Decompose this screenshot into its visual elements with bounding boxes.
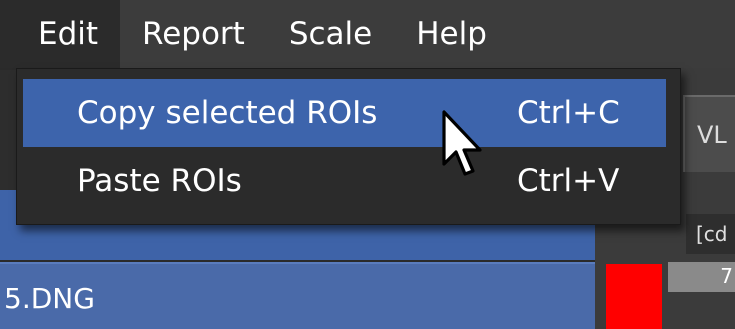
menu-item-shortcut: Ctrl+C [517, 95, 620, 131]
color-swatch[interactable] [606, 264, 662, 329]
menu-item-paste-rois[interactable]: Paste ROIs Ctrl+V [23, 147, 666, 215]
mouse-pointer-icon [442, 110, 482, 176]
menu-item-copy-selected-rois[interactable]: Copy selected ROIs Ctrl+C [23, 79, 666, 147]
menu-item-label: Copy selected ROIs [77, 95, 378, 131]
menu-item-shortcut: Ctrl+V [517, 163, 620, 199]
app-window: 5.DNG VL [cd 7 Edit Report Scale Help Co… [0, 0, 735, 329]
right-panel-tab-label: VL [697, 121, 727, 149]
table-cell-value[interactable]: 7 [668, 262, 735, 292]
menu-help[interactable]: Help [394, 0, 509, 68]
right-panel-tab[interactable]: VL [683, 95, 735, 172]
menu-edit[interactable]: Edit [0, 0, 121, 68]
file-list-row[interactable]: 5.DNG [0, 262, 595, 329]
menu-report[interactable]: Report [120, 0, 267, 68]
table-column-header-label: [cd [696, 222, 728, 246]
table-column-header: [cd [686, 214, 735, 254]
menu-item-label: Paste ROIs [77, 163, 242, 199]
menu-bar: Edit Report Scale Help [0, 0, 735, 68]
table-cell-value-text: 7 [720, 264, 733, 288]
table-cell-empty [668, 294, 735, 329]
edit-dropdown-menu: Copy selected ROIs Ctrl+C Paste ROIs Ctr… [16, 68, 681, 225]
file-name-label: 5.DNG [4, 282, 95, 315]
menu-scale[interactable]: Scale [267, 0, 394, 68]
